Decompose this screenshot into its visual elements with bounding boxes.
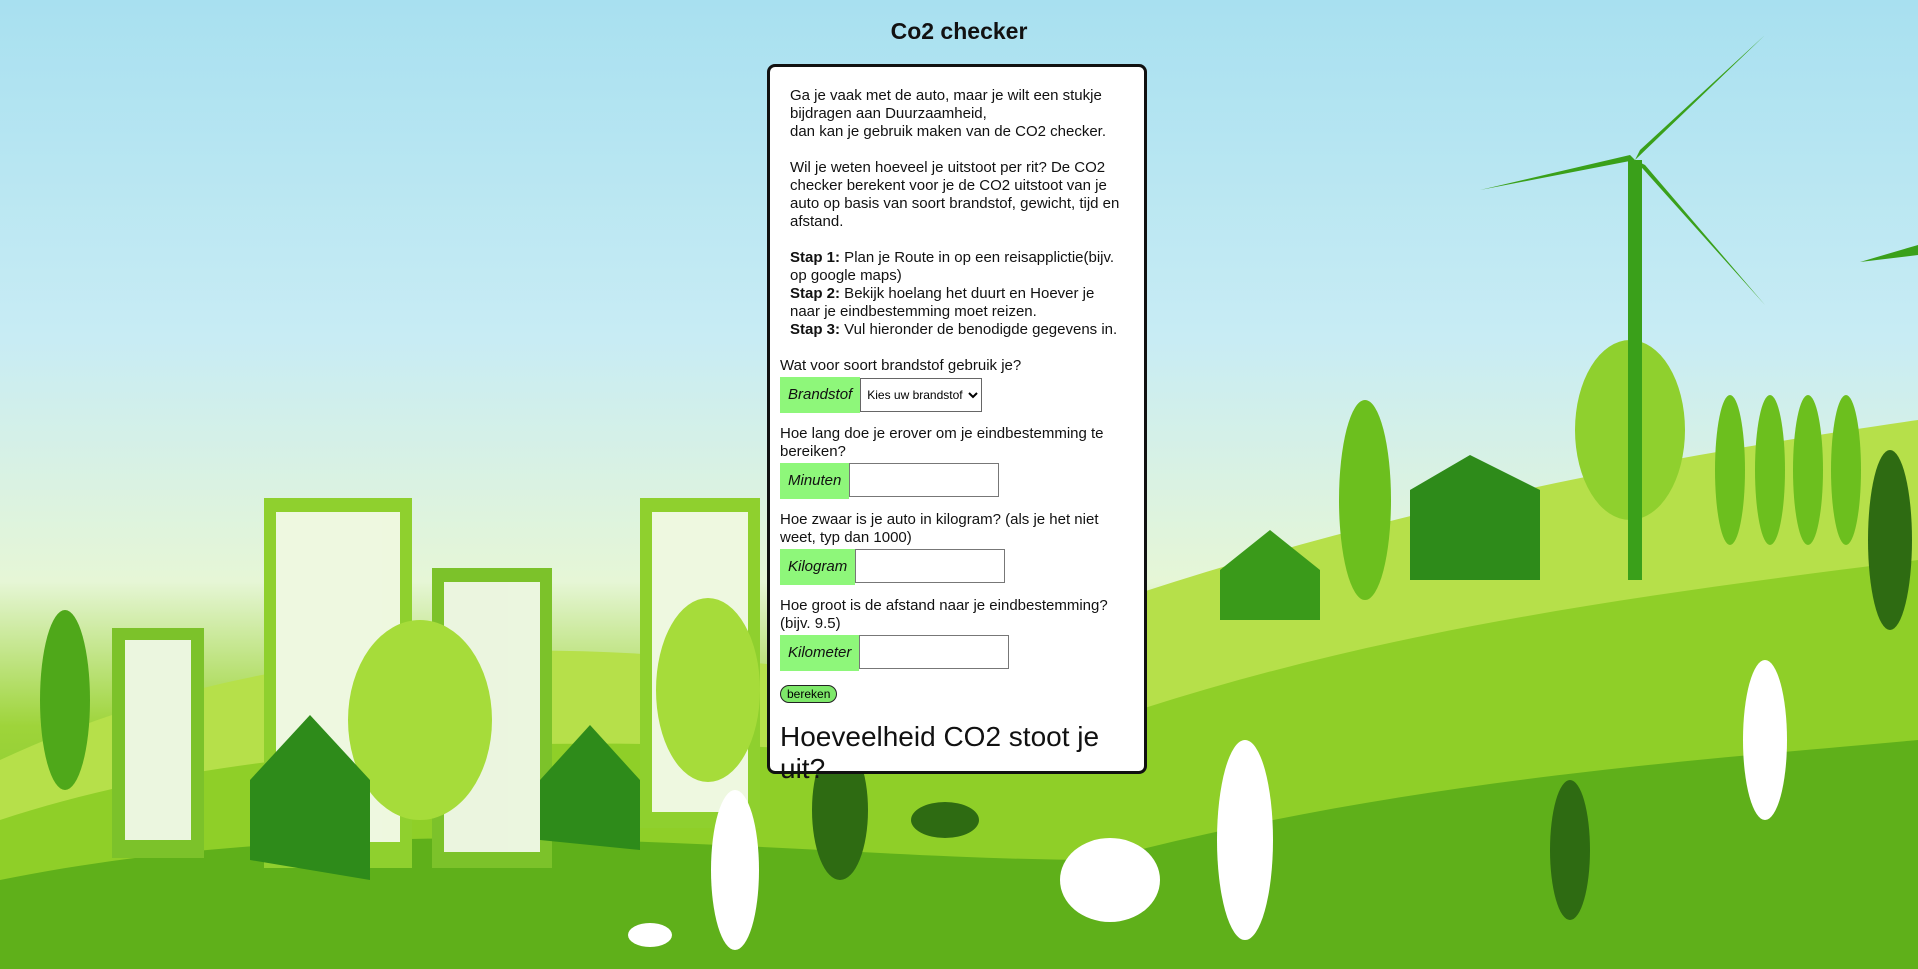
minutes-row: Minuten — [780, 463, 1134, 499]
weight-row: Kilogram — [780, 549, 1134, 585]
person-silhouette — [1217, 740, 1273, 940]
turbine-blade — [1635, 35, 1765, 160]
tree — [1339, 400, 1391, 600]
step-2: Stap 2: Bekijk hoelang het duurt en Hoev… — [790, 285, 1124, 321]
page-title: Co2 checker — [890, 18, 1028, 44]
weight-label: Kilogram — [780, 549, 856, 585]
stroller-silhouette — [1060, 838, 1160, 922]
minutes-question: Hoe lang doe je erover om je eindbestemm… — [780, 425, 1104, 460]
distance-label: Kilometer — [780, 635, 860, 671]
turbine-blade — [1860, 245, 1918, 262]
weight-input[interactable] — [855, 549, 1006, 583]
step-3: Stap 3: Vul hieronder de benodigde gegev… — [790, 321, 1124, 339]
distance-question: Hoe groot is de afstand naar je eindbest… — [780, 597, 1108, 632]
step-label: Stap 2: — [790, 285, 841, 302]
turbine-tower — [1628, 160, 1642, 580]
person-silhouette — [1868, 450, 1912, 630]
minutes-label: Minuten — [780, 463, 850, 499]
step-1: Stap 1: Plan je Route in op een reisappl… — [790, 249, 1124, 285]
weight-question: Hoe zwaar is je auto in kilogram? (als j… — [780, 511, 1099, 546]
intro-text: Ga je vaak met de auto, maar je wilt een… — [780, 87, 1134, 339]
turbine-blade — [1480, 155, 1635, 190]
dog-silhouette — [911, 802, 979, 838]
step-text: Vul hieronder de benodigde gegevens in. — [840, 321, 1118, 338]
steps-list: Stap 1: Plan je Route in op een reisappl… — [790, 249, 1124, 339]
result-heading: Hoeveelheid CO2 stoot je uit? — [780, 721, 1100, 784]
step-label: Stap 3: — [790, 321, 841, 338]
turbine-blade — [1635, 160, 1765, 305]
person-silhouette — [711, 790, 759, 950]
dog-silhouette — [628, 923, 672, 947]
tree — [1793, 395, 1823, 545]
intro-paragraph-1: Ga je vaak met de auto, maar je wilt een… — [790, 87, 1124, 141]
distance-row: Kilometer — [780, 635, 1134, 671]
person-silhouette — [1743, 660, 1787, 820]
fuel-row: Brandstof Kies uw brandstof — [780, 377, 1134, 413]
co2-form-card: Ga je vaak met de auto, maar je wilt een… — [767, 64, 1147, 784]
intro-line: dan kan je gebruik maken van de CO2 chec… — [790, 123, 1107, 140]
tree — [1715, 395, 1745, 545]
person-silhouette — [1550, 780, 1590, 920]
fuel-label: Brandstof — [780, 377, 861, 413]
step-label: Stap 1: — [790, 249, 841, 266]
tree — [1755, 395, 1785, 545]
fuel-select[interactable]: Kies uw brandstof — [860, 378, 983, 412]
tree — [1831, 395, 1861, 545]
house — [1410, 455, 1540, 580]
intro-line: Ga je vaak met de auto, maar je wilt een… — [790, 87, 1102, 122]
fuel-question: Wat voor soort brandstof gebruik je? — [780, 357, 1022, 374]
intro-paragraph-2: Wil je weten hoeveel je uitstoot per rit… — [790, 159, 1120, 230]
calculate-button[interactable]: bereken — [780, 685, 838, 703]
tree — [40, 610, 90, 790]
minutes-input[interactable] — [849, 463, 1000, 497]
distance-input[interactable] — [859, 635, 1010, 669]
tree — [656, 598, 760, 782]
